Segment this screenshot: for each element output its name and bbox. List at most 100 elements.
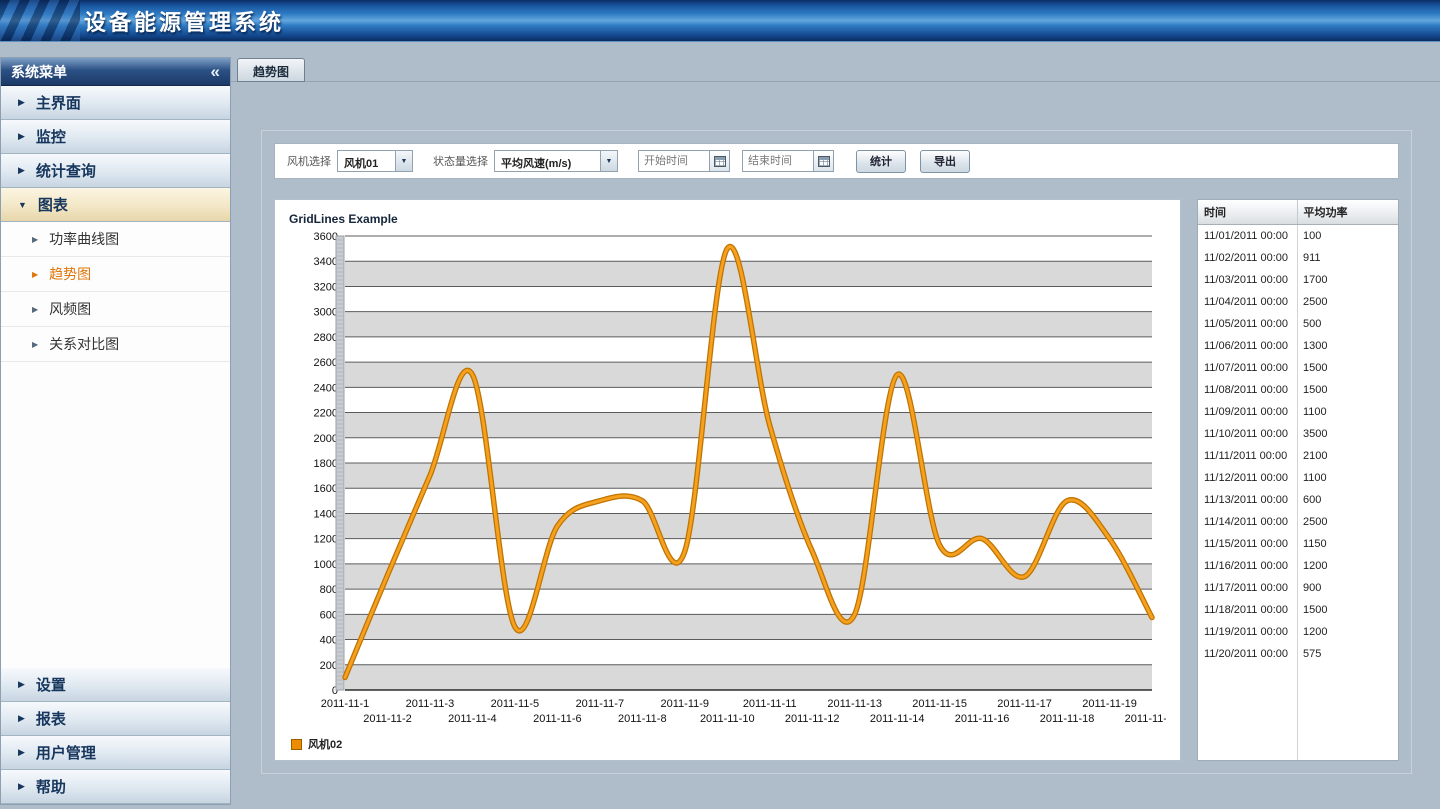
stat-button[interactable]: 统计 [856, 150, 906, 173]
svg-text:2011-11-7: 2011-11-7 [576, 698, 625, 710]
sidebar-item-monitor[interactable]: ▶监控 [1, 120, 230, 154]
chevron-right-icon: ▶ [18, 713, 25, 724]
table-row[interactable]: 11/04/2011 00:002500 [1198, 291, 1398, 313]
cell-power: 2500 [1297, 291, 1398, 313]
chevron-right-icon: ▶ [18, 781, 25, 792]
table-row[interactable]: 11/14/2011 00:002500 [1198, 511, 1398, 533]
cell-power: 575 [1297, 643, 1398, 665]
cell-time: 11/19/2011 00:00 [1198, 621, 1297, 643]
sidebar-item-main[interactable]: ▶主界面 [1, 86, 230, 120]
status-select-value: 平均风速(m/s) [495, 151, 600, 171]
chevron-right-icon: ▶ [32, 305, 38, 314]
sidebar-item-help[interactable]: ▶帮助 [1, 770, 230, 804]
status-select[interactable]: 平均风速(m/s) ▼ [494, 150, 618, 172]
table-row[interactable]: 11/17/2011 00:00900 [1198, 577, 1398, 599]
sidebar-item-power-curve[interactable]: ▶功率曲线图 [1, 222, 230, 257]
table-row[interactable]: 11/15/2011 00:001150 [1198, 533, 1398, 555]
table-row[interactable]: 11/05/2011 00:00500 [1198, 313, 1398, 335]
chart-panel: GridLines Example 0200400600800100012001… [274, 199, 1181, 761]
svg-text:2011-11-15: 2011-11-15 [912, 698, 967, 710]
svg-text:3000: 3000 [314, 307, 338, 319]
cell-power: 900 [1297, 577, 1398, 599]
cell-time: 11/11/2011 00:00 [1198, 445, 1297, 467]
fan-select[interactable]: 风机01 ▼ [337, 150, 413, 172]
table-row[interactable]: 11/12/2011 00:001100 [1198, 467, 1398, 489]
cell-time: 11/05/2011 00:00 [1198, 313, 1297, 335]
sidebar-item-reports[interactable]: ▶报表 [1, 702, 230, 736]
chevron-right-icon: ▶ [18, 747, 25, 758]
cell-power: 1700 [1297, 269, 1398, 291]
svg-text:200: 200 [320, 660, 338, 672]
cell-time: 11/15/2011 00:00 [1198, 533, 1297, 555]
calendar-glyph [714, 156, 726, 167]
table-row[interactable]: 11/18/2011 00:001500 [1198, 599, 1398, 621]
table-row[interactable]: 11/07/2011 00:001500 [1198, 357, 1398, 379]
tab-strip: 趋势图 [231, 57, 1440, 82]
cell-time: 11/18/2011 00:00 [1198, 599, 1297, 621]
table-row[interactable]: 11/06/2011 00:001300 [1198, 335, 1398, 357]
app-title: 设备能源管理系统 [84, 5, 284, 37]
tab-trend-chart[interactable]: 趋势图 [237, 58, 305, 82]
table-row[interactable]: 11/20/2011 00:00575 [1198, 643, 1398, 665]
sidebar-item-stats-query[interactable]: ▶统计查询 [1, 154, 230, 188]
cell-power: 1150 [1297, 533, 1398, 555]
chevron-down-icon[interactable]: ▼ [600, 151, 617, 171]
chevron-down-icon: ▼ [18, 200, 27, 210]
cell-power: 1200 [1297, 555, 1398, 577]
menu-item-label: 统计查询 [36, 160, 96, 181]
column-header-time[interactable]: 时间 [1198, 200, 1297, 225]
calendar-icon[interactable] [814, 150, 834, 172]
svg-text:1200: 1200 [314, 534, 338, 546]
cell-time: 11/12/2011 00:00 [1198, 467, 1297, 489]
cell-power: 1100 [1297, 467, 1398, 489]
cell-power: 100 [1297, 225, 1398, 247]
caret-glyph: ▼ [606, 158, 613, 165]
table-row[interactable]: 11/13/2011 00:00600 [1198, 489, 1398, 511]
sidebar-item-user-mgmt[interactable]: ▶ 用户管理 [1, 736, 230, 770]
table-row[interactable]: 11/09/2011 00:001100 [1198, 401, 1398, 423]
cell-time: 11/17/2011 00:00 [1198, 577, 1297, 599]
table-row[interactable]: 11/03/2011 00:001700 [1198, 269, 1398, 291]
submenu-item-label: 趋势图 [49, 264, 91, 284]
cell-power: 911 [1297, 247, 1398, 269]
sidebar-item-wind-freq[interactable]: ▶风频图 [1, 292, 230, 327]
table-row[interactable]: 11/16/2011 00:001200 [1198, 555, 1398, 577]
sidebar-item-settings[interactable]: ▶设置 [1, 668, 230, 702]
column-header-power[interactable]: 平均功率 [1297, 200, 1398, 225]
table-row[interactable]: 11/10/2011 00:003500 [1198, 423, 1398, 445]
table-row[interactable]: 11/08/2011 00:001500 [1198, 379, 1398, 401]
calendar-icon[interactable] [710, 150, 730, 172]
end-time-input[interactable] [742, 150, 814, 172]
chevron-down-icon[interactable]: ▼ [395, 151, 412, 171]
sidebar-header: 系统菜单 « [1, 58, 230, 86]
sidebar-item-charts[interactable]: ▼图表 [1, 188, 230, 222]
svg-text:2200: 2200 [314, 408, 338, 420]
svg-text:2011-11-4: 2011-11-4 [448, 713, 497, 725]
fan-select-value: 风机01 [338, 151, 395, 171]
cell-time: 11/08/2011 00:00 [1198, 379, 1297, 401]
layout: 系统菜单 « ▶主界面▶监控▶统计查询▼图表 ▶功率曲线图▶趋势图▶风频图▶关系… [0, 42, 1440, 809]
table-row[interactable]: 11/02/2011 00:00911 [1198, 247, 1398, 269]
cell-power: 1500 [1297, 357, 1398, 379]
sidebar-title: 系统菜单 [11, 62, 67, 82]
start-time-input[interactable] [638, 150, 710, 172]
export-button[interactable]: 导出 [920, 150, 970, 173]
calendar-glyph [818, 156, 830, 167]
sidebar: 系统菜单 « ▶主界面▶监控▶统计查询▼图表 ▶功率曲线图▶趋势图▶风频图▶关系… [0, 57, 231, 805]
svg-text:600: 600 [320, 609, 338, 621]
submenu-item-label: 功率曲线图 [49, 229, 119, 249]
sidebar-item-trend[interactable]: ▶趋势图 [1, 257, 230, 292]
table-row[interactable]: 11/11/2011 00:002100 [1198, 445, 1398, 467]
table-row[interactable]: 11/01/2011 00:00100 [1198, 225, 1398, 247]
table-row[interactable]: 11/19/2011 00:001200 [1198, 621, 1398, 643]
cell-time: 11/06/2011 00:00 [1198, 335, 1297, 357]
trend-line-chart: 0200400600800100012001400160018002000220… [289, 228, 1166, 734]
svg-text:2400: 2400 [314, 382, 338, 394]
collapse-sidebar-button[interactable]: « [211, 63, 220, 80]
cell-power: 1500 [1297, 599, 1398, 621]
cell-time: 11/03/2011 00:00 [1198, 269, 1297, 291]
sidebar-top-items: ▶主界面▶监控▶统计查询▼图表 [1, 86, 230, 222]
menu-item-label: 用户管理 [36, 742, 96, 763]
sidebar-item-relation-compare[interactable]: ▶关系对比图 [1, 327, 230, 362]
cell-time: 11/14/2011 00:00 [1198, 511, 1297, 533]
